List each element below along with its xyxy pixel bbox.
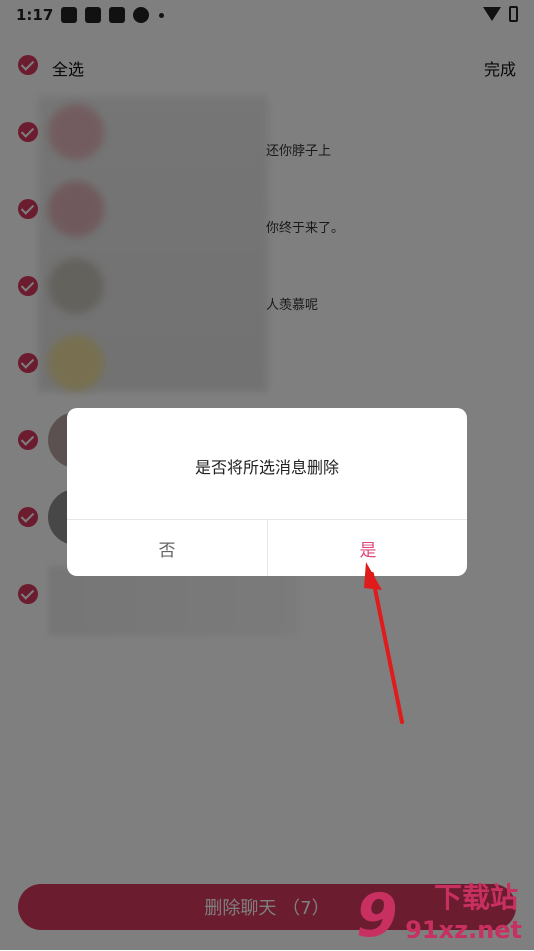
annotation-arrow-icon — [364, 562, 404, 724]
no-button[interactable]: 否 — [67, 520, 267, 576]
watermark-text: 91xz.net — [405, 916, 522, 944]
dialog-message: 是否将所选消息删除 — [194, 458, 339, 477]
watermark-logo: 9 下载站 91xz.net — [356, 881, 526, 951]
confirm-delete-dialog: 是否将所选消息删除 否 是 — [67, 408, 467, 576]
watermark-top-text: 下载站 — [433, 881, 518, 914]
watermark-number: 9 — [356, 881, 398, 951]
